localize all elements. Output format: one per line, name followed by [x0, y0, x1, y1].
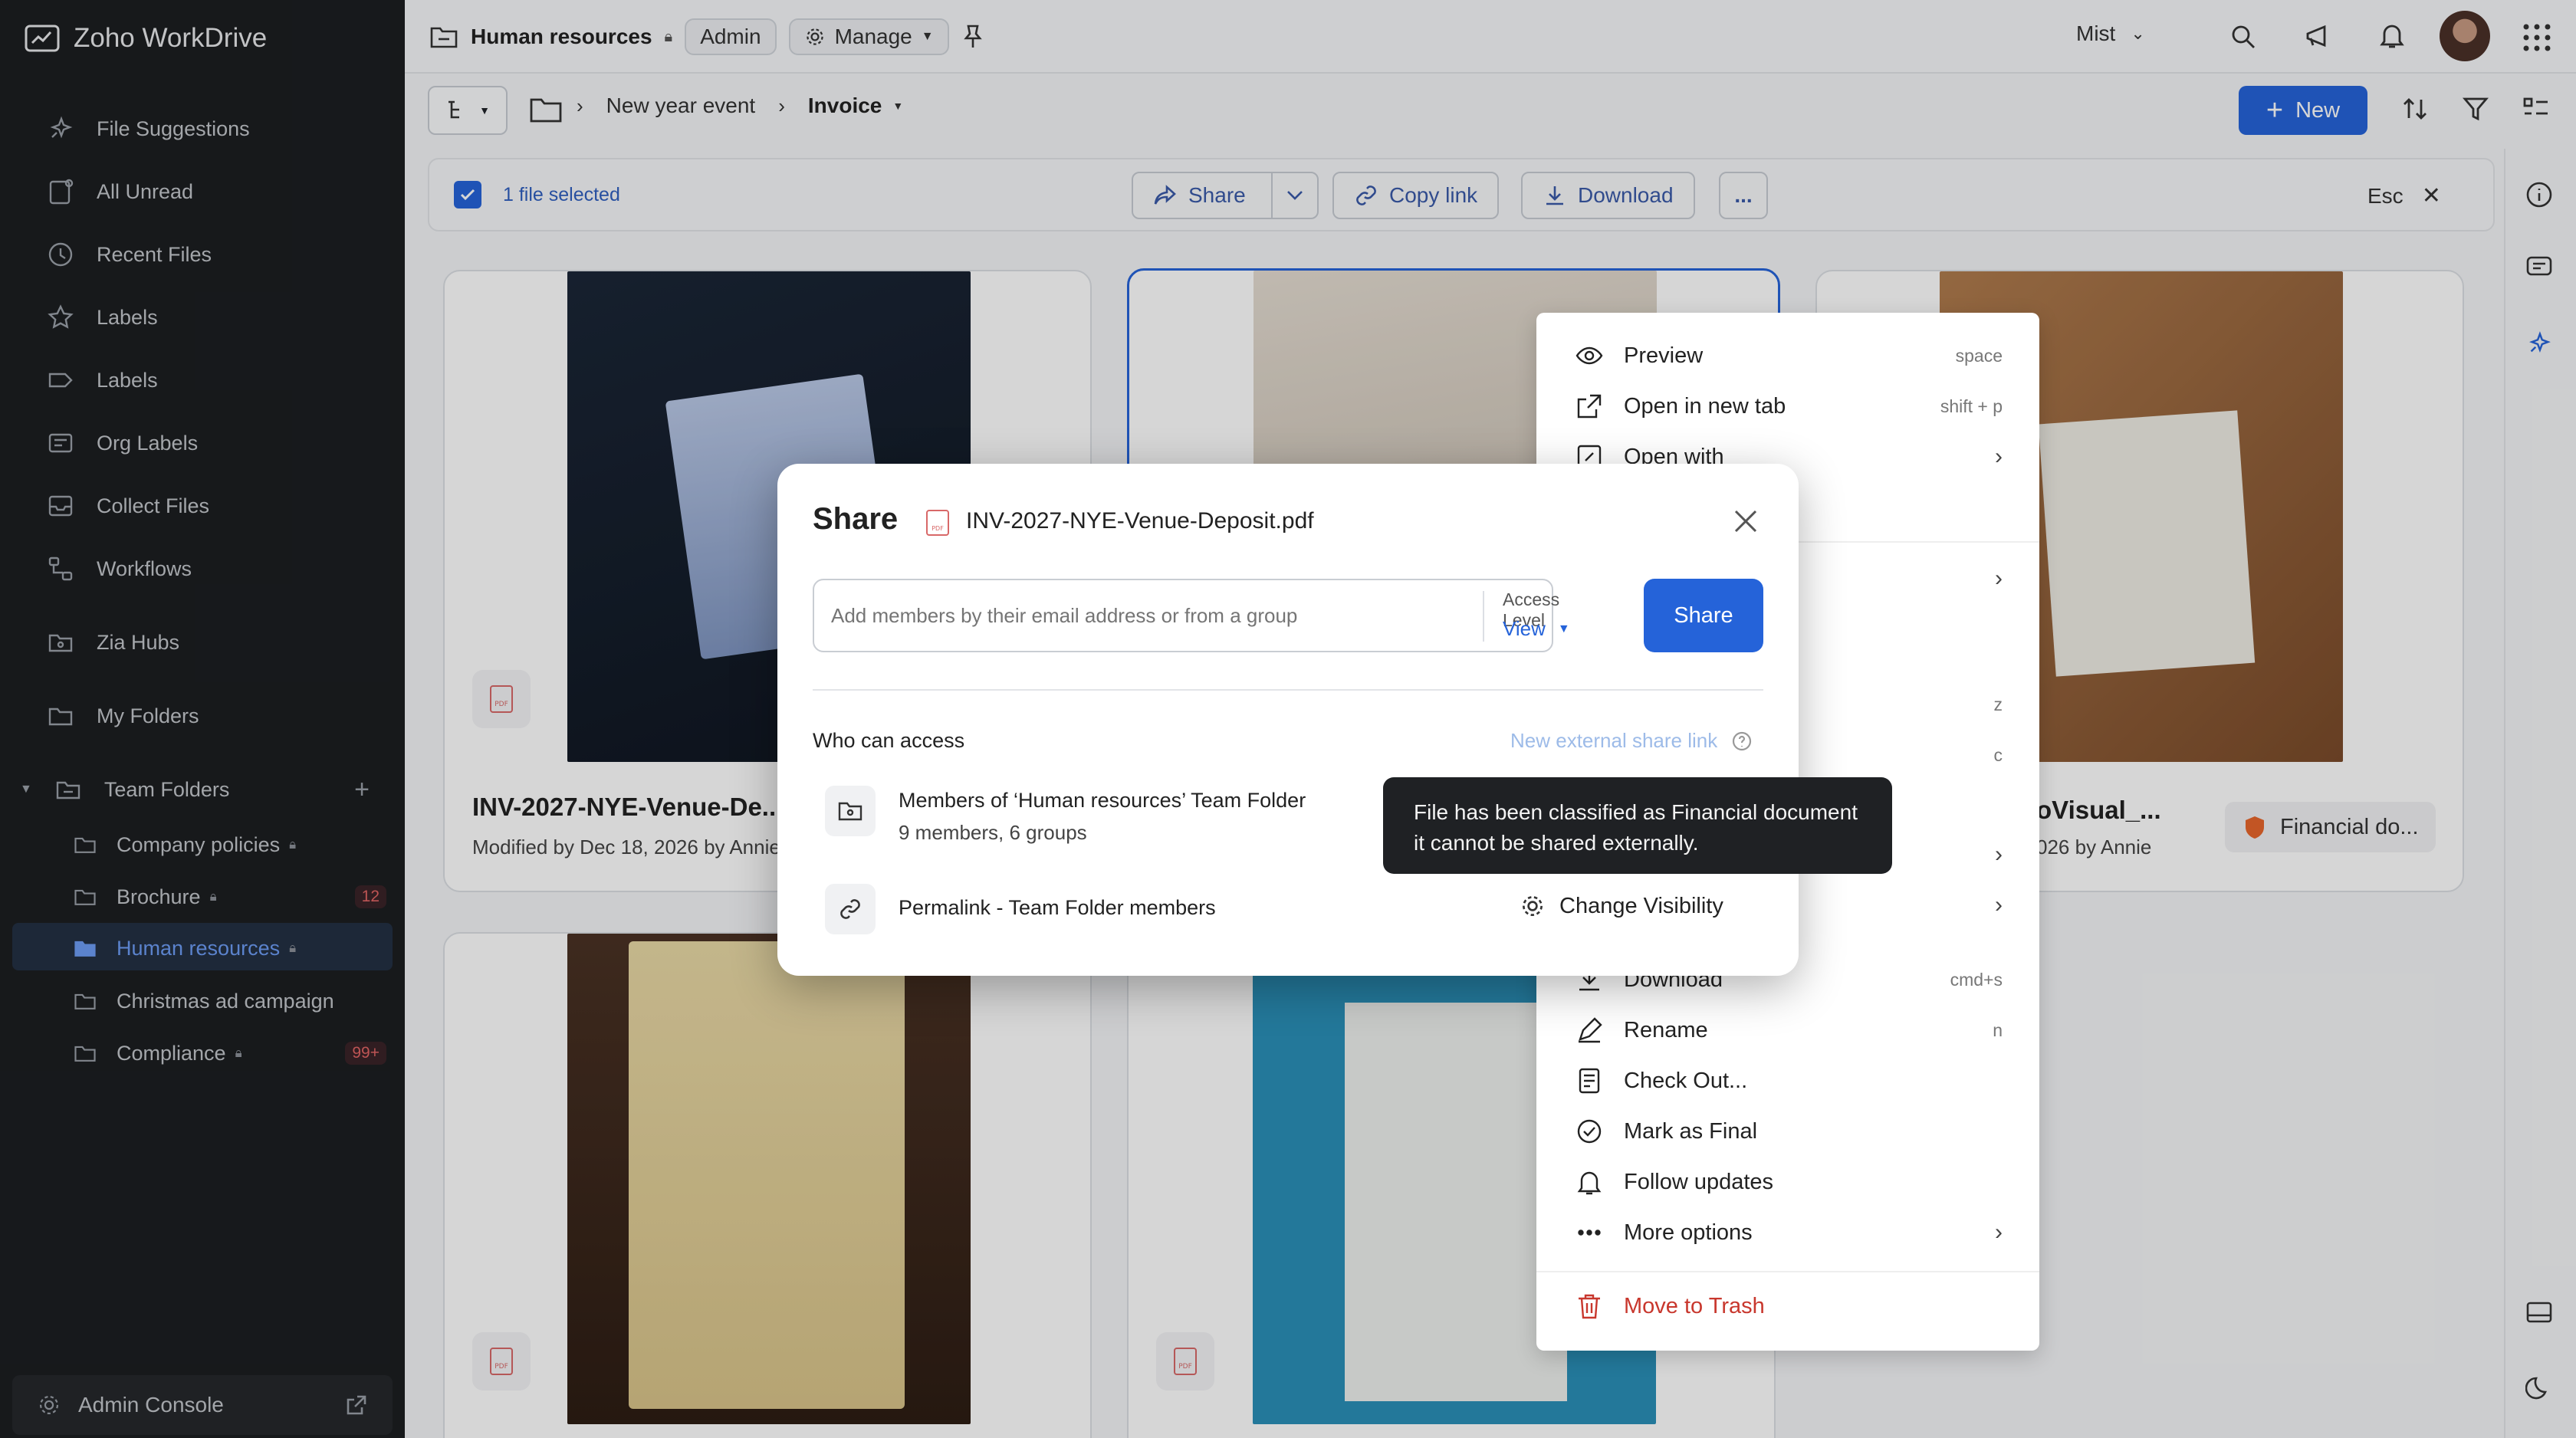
chevron-right-icon: ›	[1995, 1220, 2003, 1245]
chevron-right-icon: ›	[1995, 444, 2003, 469]
menu-item-rename[interactable]: Rename n	[1575, 1009, 2003, 1052]
menu-item-more-options[interactable]: More options ›	[1575, 1211, 2003, 1254]
team-folder-avatar	[825, 786, 876, 836]
menu-item-label: Follow updates	[1624, 1169, 1774, 1194]
permalink-label: Permalink - Team Folder members	[899, 896, 1216, 919]
menu-shortcut: n	[1993, 1019, 2003, 1040]
trash-icon	[1579, 1294, 1600, 1319]
menu-item-label: Mark as Final	[1624, 1118, 1758, 1144]
menu-shortcut: c	[1993, 745, 2003, 765]
pencil-icon	[1579, 1017, 1602, 1043]
dialog-file-name: INV-2027-NYE-Venue-Deposit.pdf	[966, 508, 1314, 534]
menu-item-label: Open in new tab	[1624, 393, 1786, 419]
share-input-box: Access Level View▼	[813, 579, 1570, 652]
access-level-select[interactable]: View ▼	[1503, 617, 1570, 641]
bell-icon	[1577, 1171, 1602, 1195]
share-dialog: Share PDF INV-2027-NYE-Venue-Deposit.pdf…	[777, 464, 1799, 976]
change-visibility-label: Change Visibility	[1559, 893, 1723, 918]
menu-shortcut: z	[1993, 694, 2003, 714]
classification-tooltip: File has been classified as Financial do…	[1383, 777, 1892, 874]
open-new-tab-icon	[1577, 394, 1602, 419]
chevron-right-icon: ›	[1995, 892, 2003, 918]
members-count: 9 members, 6 groups	[899, 821, 1087, 844]
email-input[interactable]	[831, 582, 1444, 649]
menu-shortcut: shift + p	[1940, 396, 2003, 416]
permalink-avatar	[825, 884, 876, 934]
check-circle-icon	[1577, 1119, 1602, 1144]
dialog-title: Share	[813, 502, 899, 536]
share-submit-button[interactable]: Share	[1644, 579, 1763, 652]
menu-shortcut: cmd+s	[1950, 969, 2003, 990]
menu-item-mark-final[interactable]: Mark as Final	[1575, 1110, 2003, 1153]
help-icon[interactable]	[1731, 730, 1753, 752]
menu-item-label: Check Out...	[1624, 1068, 1748, 1093]
eye-icon	[1576, 346, 1603, 365]
gear-icon	[1523, 896, 1543, 916]
link-icon	[840, 899, 860, 919]
access-level-value: View	[1503, 617, 1546, 640]
new-external-link-label: New external share link	[1510, 729, 1718, 752]
menu-item-label: More options	[1624, 1220, 1753, 1245]
members-title: Members of ‘Human resources’ Team Folder	[899, 789, 1306, 812]
tooltip-text: File has been classified as Financial do…	[1414, 800, 1858, 855]
menu-item-follow-updates[interactable]: Follow updates	[1575, 1161, 2003, 1203]
caret-down-icon: ▼	[1557, 622, 1570, 635]
check-out-icon	[1579, 1068, 1600, 1094]
menu-item-preview[interactable]: Preview space	[1575, 334, 2003, 377]
who-can-access-heading: Who can access	[813, 729, 965, 752]
menu-shortcut: space	[1955, 345, 2003, 366]
chevron-right-icon: ›	[1995, 842, 2003, 867]
team-folder-icon	[838, 802, 863, 821]
change-visibility-button[interactable]: Change Visibility	[1520, 893, 1723, 919]
close-icon[interactable]	[1733, 508, 1759, 534]
menu-item-label: Preview	[1624, 343, 1704, 368]
menu-item-label: Move to Trash	[1624, 1293, 1765, 1318]
menu-item-move-to-trash[interactable]: Move to Trash	[1575, 1285, 2003, 1328]
menu-item-open-new-tab[interactable]: Open in new tab shift + p	[1575, 385, 2003, 428]
menu-divider	[1536, 1271, 2039, 1272]
chevron-right-icon: ›	[1995, 566, 2003, 591]
more-dots-icon	[1578, 1230, 1601, 1236]
dialog-divider	[813, 689, 1763, 691]
menu-item-label: Rename	[1624, 1017, 1708, 1042]
input-divider	[1483, 591, 1484, 642]
pdf-icon: PDF	[926, 510, 949, 536]
new-external-link-disabled[interactable]: New external share link	[1510, 729, 1753, 753]
menu-item-check-out[interactable]: Check Out...	[1575, 1059, 2003, 1102]
